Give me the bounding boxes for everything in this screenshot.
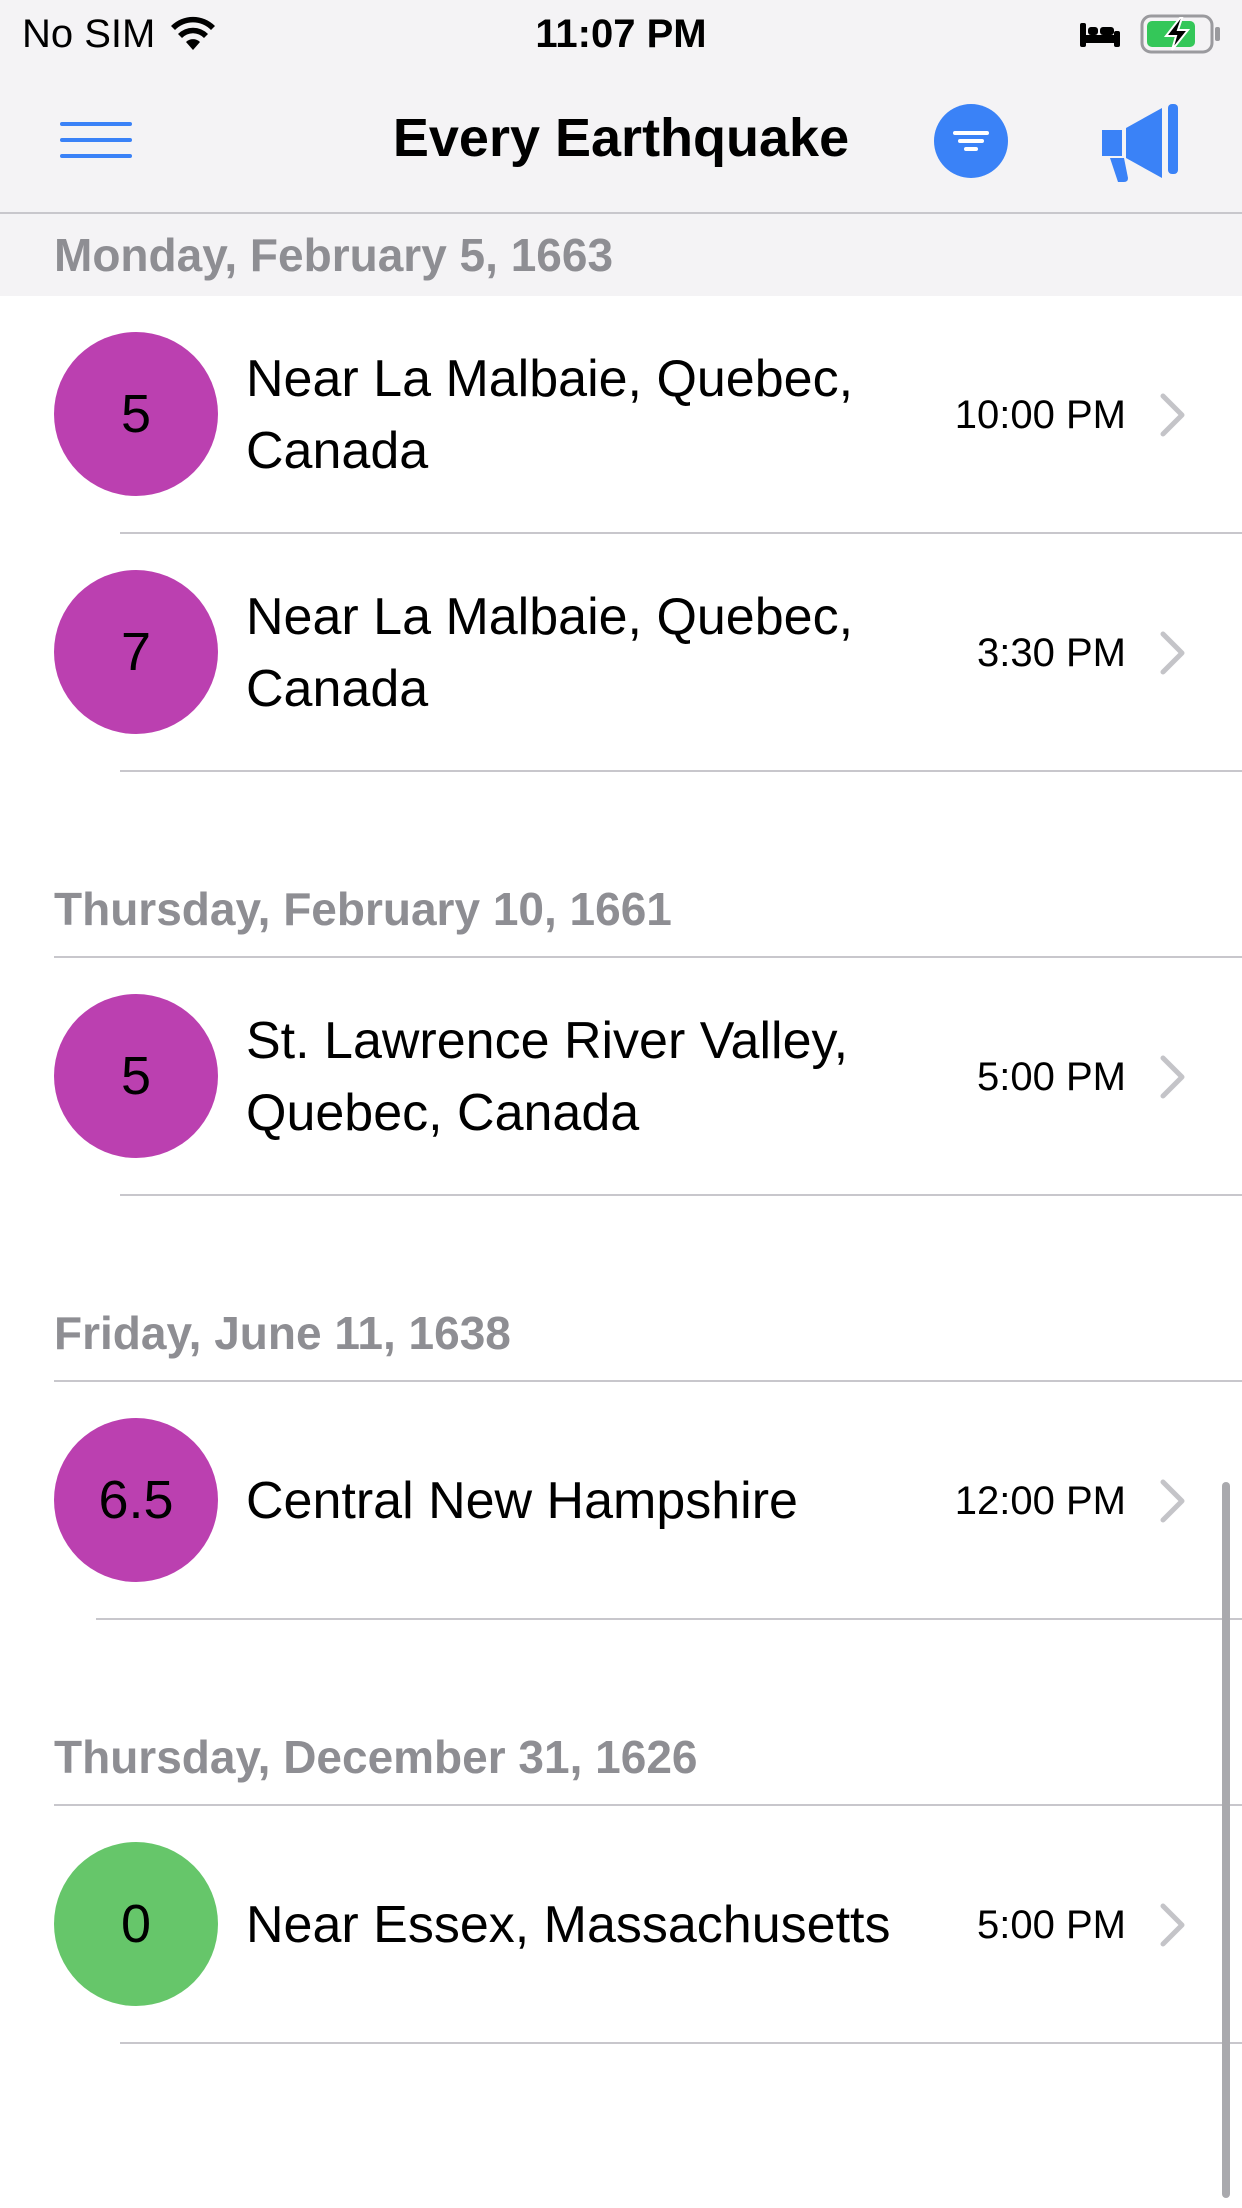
earthquake-list: Monday, February 5, 1663 5 Near La Malba…	[0, 214, 1242, 2044]
filter-button[interactable]	[934, 104, 1008, 178]
chevron-right-icon	[1160, 631, 1185, 675]
section-header: Friday, June 11, 1638	[54, 1296, 1242, 1382]
earthquake-row[interactable]: 5 Near La Malbaie, Quebec, Canada 10:00 …	[0, 296, 1242, 534]
earthquake-row[interactable]: 6.5 Central New Hampshire 12:00 PM	[0, 1382, 1242, 1620]
chevron-right-icon	[1160, 1479, 1185, 1523]
row-separator	[120, 2042, 1242, 2044]
magnitude-badge: 0	[54, 1842, 218, 2006]
navigation-bar: Every Earthquake	[0, 66, 1242, 214]
announcement-button[interactable]	[1098, 100, 1184, 182]
location-label: Near La Malbaie, Quebec, Canada	[246, 350, 854, 480]
chevron-right-icon	[1160, 393, 1185, 437]
megaphone-icon	[1102, 104, 1178, 182]
earthquake-row[interactable]: 7 Near La Malbaie, Quebec, Canada 3:30 P…	[0, 534, 1242, 772]
time-label: 12:00 PM	[954, 1478, 1126, 1523]
row-separator	[120, 1194, 1242, 1196]
section-header: Thursday, February 10, 1661	[54, 872, 1242, 958]
status-bar: No SIM 11:07 PM	[0, 0, 1242, 66]
page-title: Every Earthquake	[392, 108, 850, 168]
vertical-scrollbar[interactable]	[1222, 1482, 1230, 2198]
battery-charging-icon	[1140, 14, 1220, 54]
status-right	[1078, 10, 1222, 58]
earthquake-row[interactable]: 5 St. Lawrence River Valley, Quebec, Can…	[0, 958, 1242, 1196]
row-separator	[96, 1618, 1242, 1620]
filter-icon	[953, 131, 989, 151]
status-time: 11:07 PM	[535, 12, 707, 56]
magnitude-badge: 6.5	[54, 1418, 218, 1582]
earthquake-row[interactable]: 0 Near Essex, Massachusetts 5:00 PM	[0, 1806, 1242, 2044]
sleep-bed-icon	[1080, 23, 1120, 47]
location-label: Near La Malbaie, Quebec, Canada	[246, 588, 854, 718]
location-label: Near Essex, Massachusetts	[246, 1896, 891, 1954]
section-header: Thursday, December 31, 1626	[54, 1720, 1242, 1806]
time-label: 5:00 PM	[977, 1902, 1126, 1947]
section-header: Monday, February 5, 1663	[0, 214, 1242, 296]
time-label: 5:00 PM	[977, 1054, 1126, 1099]
location-label: St. Lawrence River Valley, Quebec, Canad…	[246, 1012, 849, 1142]
time-label: 3:30 PM	[977, 630, 1126, 675]
magnitude-badge: 5	[54, 332, 218, 496]
location-label: Central New Hampshire	[246, 1472, 798, 1530]
chevron-right-icon	[1160, 1903, 1185, 1947]
magnitude-badge: 5	[54, 994, 218, 1158]
time-label: 10:00 PM	[954, 392, 1126, 437]
row-separator	[120, 770, 1242, 772]
magnitude-badge: 7	[54, 570, 218, 734]
chevron-right-icon	[1160, 1055, 1185, 1099]
